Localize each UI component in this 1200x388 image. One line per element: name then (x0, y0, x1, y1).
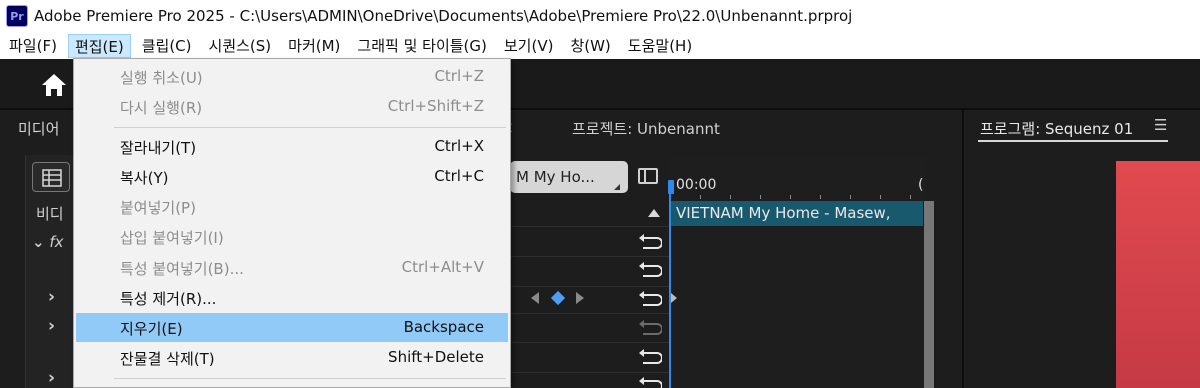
panel-menu-icon[interactable]: ☰ (1154, 116, 1167, 134)
row-divider (510, 226, 670, 227)
edit-menu-dropdown: 실행 취소(U) Ctrl+Z 다시 실행(R) Ctrl+Shift+Z 잘라… (73, 58, 511, 388)
timecode-end: ( (918, 177, 924, 193)
menu-view[interactable]: 보기(V) (498, 34, 560, 58)
clip-corner-marker (614, 184, 620, 190)
menu-separator (114, 127, 506, 128)
ruler-tick (880, 195, 881, 199)
ruler-tick (820, 195, 821, 199)
chevron-right-icon[interactable]: › (48, 368, 55, 388)
ruler-tick (910, 195, 911, 199)
grid-icon (42, 169, 62, 187)
video-section-label: 비디 (36, 205, 64, 223)
reset-icon[interactable] (638, 289, 662, 309)
chevron-down-icon[interactable]: ⌄ (32, 233, 45, 251)
tab-program[interactable]: 프로그램: Sequenz 01 (980, 118, 1133, 139)
menu-item-paste[interactable]: 붙여넣기(P) (76, 192, 508, 221)
premiere-window: Pr Adobe Premiere Pro 2025 - C:\Users\AD… (0, 0, 1200, 388)
menu-edit[interactable]: 편집(E) (67, 33, 131, 58)
fx-label: fx (49, 233, 64, 251)
menu-clip[interactable]: 클립(C) (136, 34, 198, 58)
row-divider (510, 342, 670, 343)
menu-window[interactable]: 창(W) (564, 34, 616, 58)
menu-sequence[interactable]: 시퀀스(S) (203, 34, 278, 58)
grid-view-button[interactable] (32, 162, 70, 192)
chevron-right-icon[interactable]: › (48, 316, 55, 336)
tab-project[interactable]: 프로젝트: Unbenannt (572, 118, 720, 139)
reset-icon[interactable] (638, 347, 662, 367)
chevron-right-icon[interactable]: › (48, 287, 55, 307)
menu-file[interactable]: 파일(F) (3, 34, 63, 58)
menu-separator (114, 378, 506, 379)
ruler-tick (760, 195, 761, 199)
menu-item-redo[interactable]: 다시 실행(R) Ctrl+Shift+Z (76, 92, 508, 121)
title-bar: Pr Adobe Premiere Pro 2025 - C:\Users\AD… (0, 0, 1200, 32)
collapse-triangle-icon[interactable] (648, 209, 660, 217)
active-tab-underline (978, 140, 1168, 142)
window-title: Adobe Premiere Pro 2025 - C:\Users\ADMIN… (34, 7, 853, 25)
source-clip-header[interactable]: M My Ho... (510, 161, 628, 193)
program-monitor-preview (1116, 161, 1200, 388)
home-icon[interactable] (40, 72, 68, 98)
row-divider (510, 256, 670, 257)
menu-item-paste-insert[interactable]: 삽입 붙여넣기(I) (76, 222, 508, 251)
reset-icon[interactable] (638, 375, 662, 388)
row-divider (510, 286, 670, 287)
previous-keyframe-icon[interactable] (531, 292, 539, 304)
next-keyframe-icon[interactable] (576, 292, 584, 304)
menu-help[interactable]: 도움말(H) (622, 34, 698, 58)
menu-item-copy[interactable]: 복사(Y) Ctrl+C (76, 162, 508, 191)
menu-bar: 파일(F) 편집(E) 클립(C) 시퀀스(S) 마커(M) 그래픽 및 타이틀… (0, 32, 1200, 59)
keyframe-marker-icon (671, 293, 677, 303)
menu-item-paste-attributes[interactable]: 특성 붙여넣기(B)... Ctrl+Alt+V (76, 253, 508, 282)
menu-item-clear[interactable]: 지우기(E) Backspace (76, 313, 508, 342)
menu-graphics[interactable]: 그래픽 및 타이틀(G) (351, 34, 492, 58)
ruler-tick (850, 195, 851, 199)
timecode-start: 00:00 (676, 177, 717, 193)
timeline-clip[interactable]: VIETNAM My Home - Masew, (671, 201, 923, 226)
row-divider (510, 372, 670, 373)
fx-row[interactable]: ⌄ fx (32, 233, 64, 251)
reset-icon[interactable] (638, 318, 662, 338)
premiere-app-icon: Pr (6, 5, 28, 27)
menu-item-remove-attributes[interactable]: 특성 제거(R)... (76, 283, 508, 312)
menu-item-undo[interactable]: 실행 취소(U) Ctrl+Z (76, 62, 508, 91)
menu-marker[interactable]: 마커(M) (282, 34, 346, 58)
vertical-scrollbar[interactable] (924, 201, 934, 388)
playhead-handle[interactable] (668, 180, 674, 194)
ruler-tick (790, 195, 791, 199)
ruler-tick (700, 195, 701, 199)
tab-media[interactable]: 미디어 (18, 118, 59, 139)
menu-item-cut[interactable]: 잘라내기(T) Ctrl+X (76, 132, 508, 161)
playhead-line[interactable] (669, 185, 671, 388)
reset-icon[interactable] (638, 232, 662, 252)
row-divider (510, 313, 670, 314)
toggle-timeline-icon[interactable] (638, 168, 658, 184)
menu-item-ripple-delete[interactable]: 잔물결 삭제(T) Shift+Delete (76, 343, 508, 372)
reset-icon[interactable] (638, 260, 662, 280)
ruler-tick (730, 195, 731, 199)
